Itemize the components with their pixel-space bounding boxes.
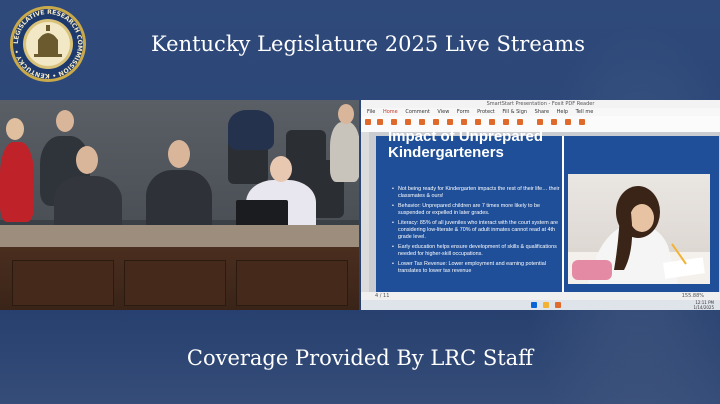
child-writing-photo xyxy=(568,174,710,284)
system-clock: 12:11 PM 1/14/2025 xyxy=(693,300,714,310)
audience-person xyxy=(330,122,359,182)
link-icon[interactable] xyxy=(503,119,509,125)
fill-sign-icon[interactable] xyxy=(579,119,585,125)
file-attachment-icon[interactable] xyxy=(537,119,543,125)
windows-taskbar: 12:11 PM 1/14/2025 xyxy=(361,300,720,310)
slide-heading-line: Kindergarteners xyxy=(388,144,504,161)
zoom-icon[interactable] xyxy=(419,119,425,125)
desk-panel xyxy=(236,260,348,306)
menu-item[interactable]: Help xyxy=(557,109,568,115)
navigation-panel[interactable] xyxy=(361,132,369,292)
slide-heading: Impact of Unprepared Kindergarteners xyxy=(388,129,543,161)
coverage-caption: Coverage Provided By LRC Staff xyxy=(186,346,534,370)
desk-panel xyxy=(124,260,226,306)
clipboard-icon[interactable] xyxy=(405,119,411,125)
menu-item[interactable]: Fill & Sign xyxy=(502,109,527,115)
slide-heading-line: Impact of Unprepared xyxy=(388,128,544,145)
audience-head xyxy=(56,110,74,132)
page-title: Kentucky Legislature 2025 Live Streams xyxy=(151,32,585,56)
clock-date: 1/14/2025 xyxy=(693,305,714,310)
image-annotation-icon[interactable] xyxy=(551,119,557,125)
menu-item[interactable]: Tell me xyxy=(576,109,594,115)
audience-person xyxy=(0,142,34,222)
bookmark-icon[interactable] xyxy=(517,119,523,125)
menu-item[interactable]: File xyxy=(367,109,375,115)
audience-head xyxy=(338,104,354,124)
pdf-document-area[interactable]: Impact of Unprepared Kindergarteners Not… xyxy=(369,129,720,292)
menu-item[interactable]: Comment xyxy=(405,109,430,115)
snapshot-icon[interactable] xyxy=(391,119,397,125)
slide-divider xyxy=(562,136,564,292)
menu-item[interactable]: View xyxy=(437,109,449,115)
menu-item[interactable]: Form xyxy=(457,109,470,115)
file-explorer-icon[interactable] xyxy=(543,302,549,308)
audience-person xyxy=(228,110,274,150)
rotate-icon[interactable] xyxy=(447,119,453,125)
menu-item[interactable]: Protect xyxy=(477,109,495,115)
testimony-table xyxy=(0,225,359,247)
witness-head xyxy=(168,140,190,168)
select-tool-icon[interactable] xyxy=(377,119,383,125)
reflow-icon[interactable] xyxy=(461,119,467,125)
hearing-room-video xyxy=(0,100,359,310)
foxit-app-icon[interactable] xyxy=(555,302,561,308)
bullet-item: Not being ready for Kindergarten impacts… xyxy=(392,186,562,200)
audio-video-icon[interactable] xyxy=(565,119,571,125)
slide-bullets: Not being ready for Kindergarten impacts… xyxy=(392,186,562,278)
presentation-slide: Impact of Unprepared Kindergarteners Not… xyxy=(376,129,719,292)
witness-head xyxy=(76,146,98,174)
status-bar: 4 / 11 155.88% xyxy=(361,292,720,300)
hand-tool-icon[interactable] xyxy=(365,119,371,125)
audience-head xyxy=(6,118,24,140)
highlight-icon[interactable] xyxy=(489,119,495,125)
lrc-seal-logo: LEGISLATIVE RESEARCH COMMISSION • KENTUC… xyxy=(10,6,86,82)
screen-share-video: SmartStart Presentation - Foxit PDF Read… xyxy=(361,100,720,310)
app-title-bar: SmartStart Presentation - Foxit PDF Read… xyxy=(361,100,720,108)
menu-item[interactable]: Share xyxy=(535,109,549,115)
desk-panel xyxy=(12,260,114,306)
menu-bar: File Home Comment View Form Protect Fill… xyxy=(361,108,720,116)
menu-item[interactable]: Home xyxy=(383,109,398,115)
windows-start-icon[interactable] xyxy=(531,302,537,308)
witness-head xyxy=(270,156,292,182)
bullet-item: Literacy: 85% of all juveniles who inter… xyxy=(392,220,562,241)
page-fit-icon[interactable] xyxy=(433,119,439,125)
bullet-item: Behavior: Unprepared children are 7 time… xyxy=(392,203,562,217)
bullet-item: Early education helps ensure development… xyxy=(392,244,562,258)
bullet-item: Lower Tax Revenue: Lower employment and … xyxy=(392,261,562,275)
typewriter-icon[interactable] xyxy=(475,119,481,125)
zoom-level[interactable]: 155.88% xyxy=(682,292,704,300)
page-indicator[interactable]: 4 / 11 xyxy=(375,293,389,299)
